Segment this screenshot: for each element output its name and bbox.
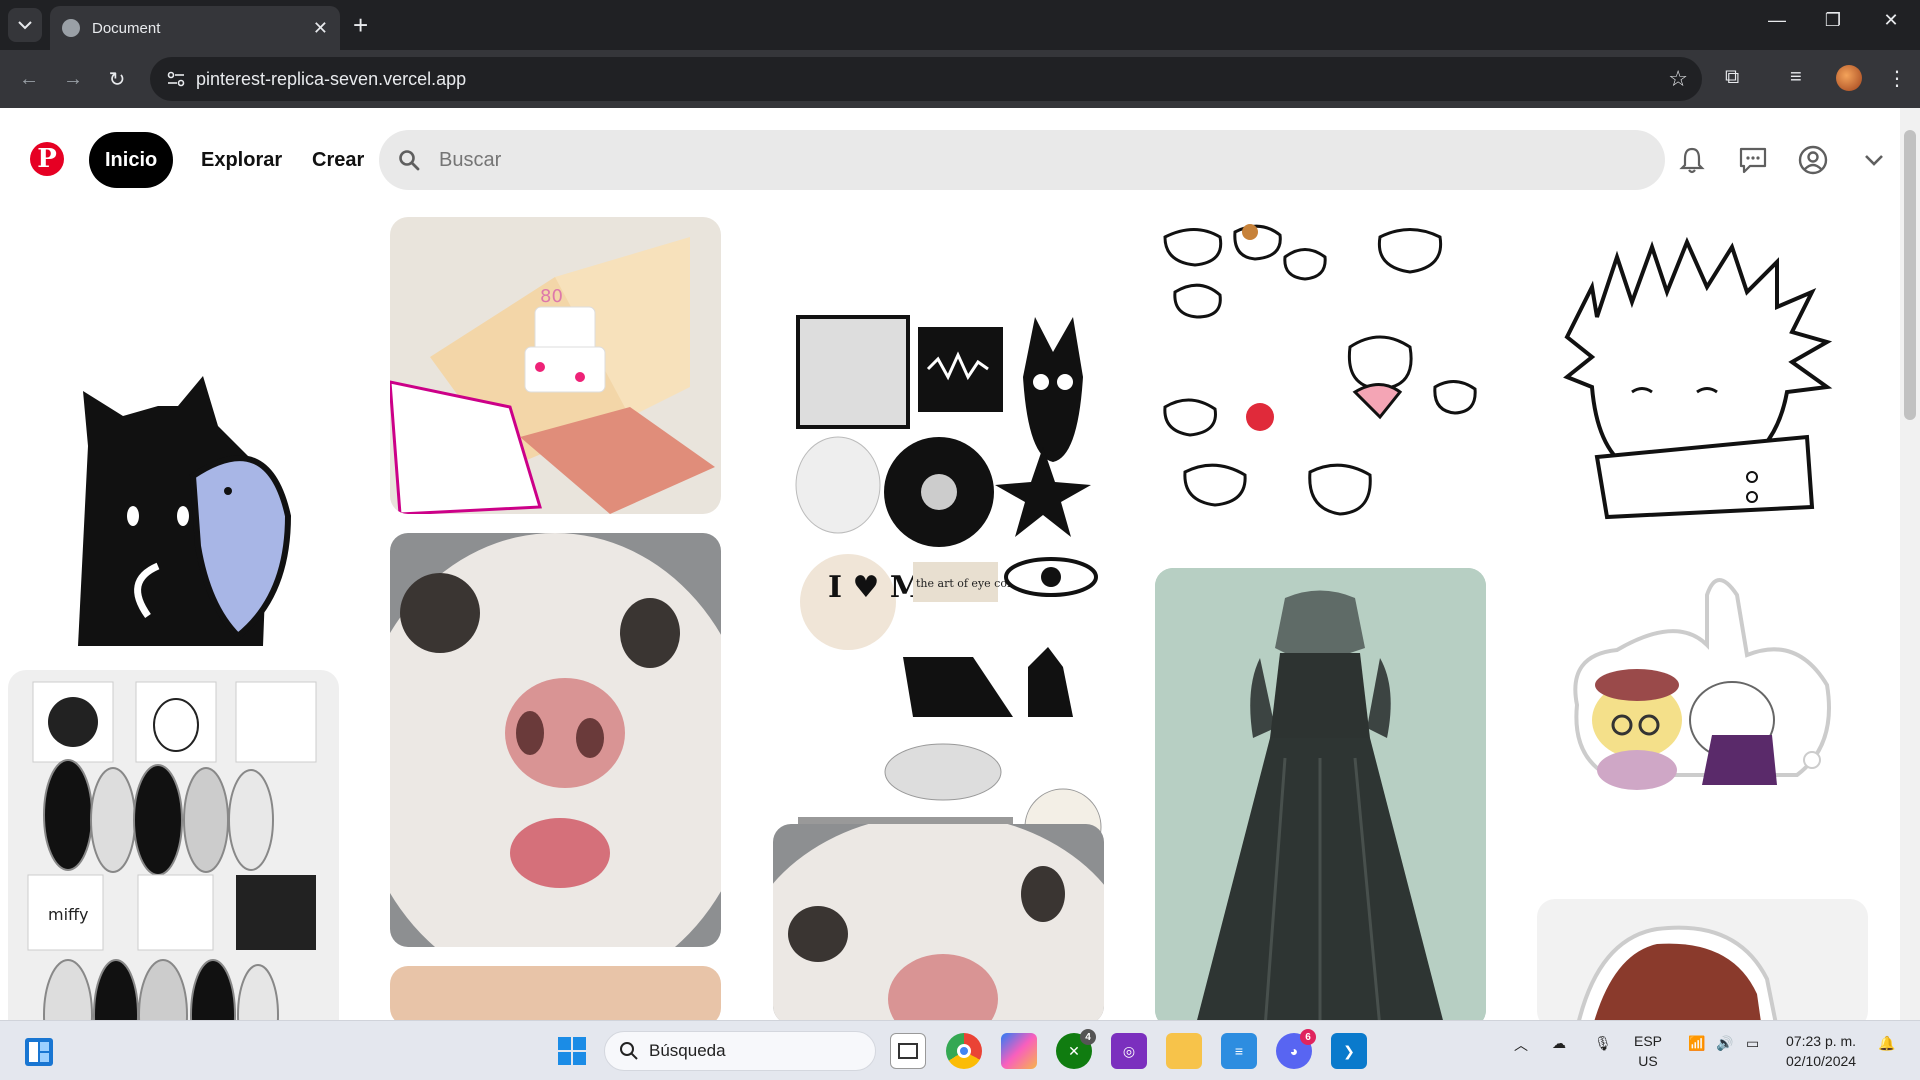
pin-cat-closeup[interactable] — [390, 533, 721, 947]
wifi-icon[interactable]: 📶 — [1688, 1035, 1705, 1052]
extensions-icon[interactable]: ⧉ — [1725, 66, 1739, 89]
tray-chevron-up-icon[interactable]: ︿ — [1514, 1035, 1528, 1055]
search-icon — [379, 149, 439, 171]
search-input[interactable] — [439, 148, 1665, 172]
notifications-bell-icon[interactable] — [1676, 144, 1708, 176]
search-bar[interactable] — [379, 130, 1665, 190]
pin-anime-sketch[interactable] — [1537, 217, 1868, 527]
pinterest-logo-icon[interactable]: P — [30, 142, 64, 176]
pin-partial-skin[interactable] — [390, 966, 721, 1020]
search-icon — [620, 1042, 638, 1060]
chevron-down-icon — [18, 21, 32, 30]
new-tab-button[interactable]: + — [353, 10, 368, 40]
photo-app-icon[interactable]: ◎ — [1111, 1033, 1147, 1069]
pin-black-cat-shark[interactable] — [8, 216, 339, 651]
nail-card-text: miffy — [48, 905, 89, 924]
volume-icon[interactable]: 🔊 — [1716, 1035, 1733, 1052]
onedrive-icon[interactable]: ☁ — [1552, 1035, 1566, 1052]
windows-taskbar: Búsqueda ✕ 4 ◎ ≡ ◕ 6 ❯ ︿ ☁ 🎙 ESP US 📶 🔊 ▭ … — [0, 1020, 1920, 1080]
notifications-icon[interactable]: 🔔 — [1878, 1035, 1895, 1052]
pin-cat-closeup-2[interactable] — [773, 824, 1104, 1020]
lang-top: ESP — [1634, 1033, 1663, 1049]
minimize-icon[interactable]: — — [1752, 10, 1802, 31]
reload-icon[interactable]: ↻ — [102, 64, 132, 94]
site-info-icon[interactable] — [156, 71, 196, 87]
taskbar-search[interactable]: Búsqueda — [604, 1031, 876, 1071]
restore-icon[interactable]: ❐ — [1808, 10, 1858, 31]
pin-black-dress[interactable] — [1155, 568, 1486, 1020]
nav-explore-link[interactable]: Explorar — [201, 132, 282, 188]
bookmark-star-icon[interactable]: ☆ — [1668, 66, 1688, 92]
battery-icon[interactable]: ▭ — [1746, 1035, 1759, 1052]
back-icon[interactable]: ← — [14, 64, 44, 94]
pinterest-page: P Inicio Explorar Crear Buscar miffy 80 … — [0, 108, 1920, 1020]
url-text: pinterest-replica-seven.vercel.app — [196, 68, 467, 89]
site-header: P Inicio Explorar Crear — [0, 108, 1900, 210]
xbox-icon[interactable]: ✕ 4 — [1056, 1029, 1096, 1069]
scrollbar-thumb[interactable] — [1904, 130, 1916, 420]
date-text: 02/10/2024 — [1786, 1053, 1857, 1069]
pin-pop-up-card[interactable]: 80 — [390, 217, 721, 514]
forward-icon[interactable]: → — [58, 64, 88, 94]
taskbar-search-text: Búsqueda — [649, 1041, 726, 1060]
tab-title: Document — [92, 19, 161, 37]
discord-icon[interactable]: ◕ 6 — [1276, 1029, 1316, 1069]
microphone-icon[interactable]: 🎙 — [1594, 1035, 1612, 1052]
close-tab-icon[interactable]: ✕ — [313, 18, 328, 39]
discord-badge: 6 — [1300, 1029, 1316, 1045]
language-indicator[interactable]: ESP US — [1634, 1031, 1662, 1071]
pop-up-card-text: 80 — [540, 286, 563, 307]
browser-tabstrip: Document ✕ + — ❐ ✕ — [0, 0, 1920, 50]
media-controls-icon[interactable]: ≡ — [1790, 66, 1802, 89]
clock[interactable]: 07:23 p. m. 02/10/2024 — [1786, 1031, 1856, 1071]
profile-icon[interactable] — [1797, 144, 1829, 176]
globe-icon — [62, 19, 80, 37]
vscode-icon[interactable]: ❯ — [1331, 1033, 1367, 1069]
page-scrollbar[interactable] — [1900, 108, 1920, 1020]
lang-bottom: US — [1638, 1053, 1658, 1069]
close-window-icon[interactable]: ✕ — [1866, 10, 1916, 31]
copilot-icon[interactable] — [1001, 1033, 1037, 1069]
pin-sanrio-sticker[interactable] — [1537, 545, 1868, 817]
pin-miffy-nails[interactable]: miffy — [8, 670, 339, 1020]
pin-cat-doodles[interactable] — [1155, 217, 1486, 552]
nav-create-link[interactable]: Crear — [312, 132, 364, 188]
file-explorer-icon[interactable] — [1166, 1033, 1202, 1069]
active-tab[interactable]: Document ✕ — [50, 6, 340, 50]
menu-kebab-icon[interactable]: ⋮ — [1887, 66, 1907, 91]
windows-start-icon[interactable] — [557, 1036, 587, 1066]
notepad-icon[interactable]: ≡ — [1221, 1033, 1257, 1069]
pin-brown-sticker[interactable] — [1537, 899, 1868, 1020]
time-text: 07:23 p. m. — [1786, 1033, 1857, 1049]
nav-home-button[interactable]: Inicio — [89, 132, 174, 188]
pin-stickers-collage[interactable]: I ♥ ME the art of eye contact — [773, 217, 1104, 882]
task-view-icon[interactable] — [890, 1033, 926, 1069]
browser-toolbar: ← → ↻ pinterest-replica-seven.vercel.app… — [0, 50, 1920, 108]
widgets-icon[interactable] — [24, 1037, 54, 1067]
tab-search-button[interactable] — [8, 8, 42, 42]
address-bar[interactable]: pinterest-replica-seven.vercel.app ☆ — [150, 57, 1702, 101]
account-chevron-down-icon[interactable] — [1858, 144, 1890, 176]
profile-avatar[interactable] — [1836, 65, 1862, 91]
messages-icon[interactable] — [1737, 144, 1769, 176]
xbox-badge: 4 — [1080, 1029, 1096, 1045]
chrome-icon[interactable] — [946, 1033, 982, 1069]
